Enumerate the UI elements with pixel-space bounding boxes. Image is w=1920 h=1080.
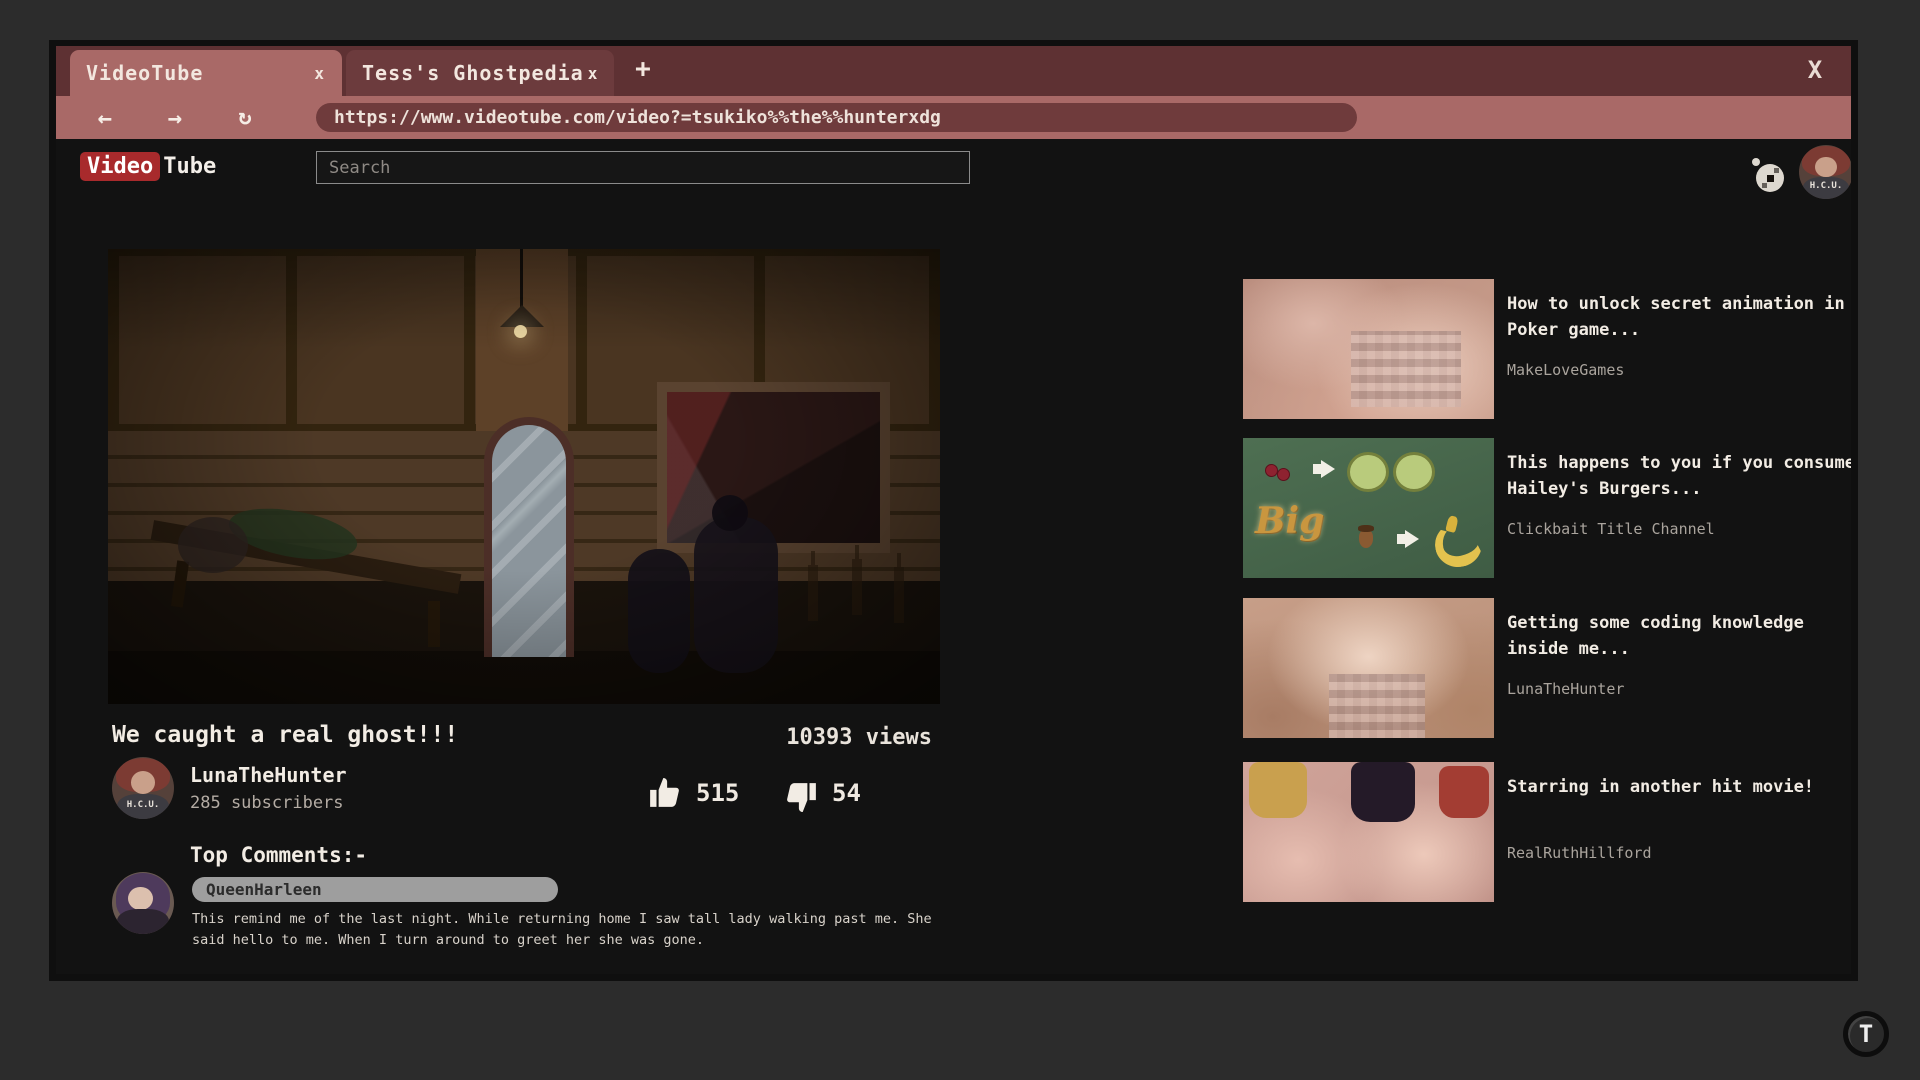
videotube-page: Video Tube H.C.U.	[56, 139, 1851, 974]
arrow-icon	[1321, 460, 1335, 478]
video-thumbnail[interactable]	[1243, 598, 1494, 738]
suggested-video-title: How to unlock secret animation in Poker …	[1507, 291, 1851, 343]
address-url: https://www.videotube.com/video?=tsukiko…	[334, 107, 941, 128]
channel-subscribers: 285 subscribers	[190, 793, 344, 813]
arrow-icon	[1405, 530, 1419, 548]
refresh-icon[interactable]: ↻	[232, 105, 258, 131]
suggested-video-title: Starring in another hit movie!	[1507, 774, 1814, 800]
suggested-video-title: This happens to you if you consume Haile…	[1507, 450, 1851, 502]
censor-mosaic	[1351, 331, 1461, 407]
videotube-logo[interactable]: Video Tube	[80, 152, 216, 181]
thumbs-down-icon[interactable]	[784, 781, 818, 815]
moon-icon[interactable]	[1744, 153, 1790, 195]
forward-icon[interactable]: →	[162, 105, 188, 131]
tab-ghostpedia-label: Tess's Ghostpedia	[362, 61, 584, 85]
video-thumbnail[interactable]	[1243, 762, 1494, 902]
window-close-button[interactable]: X	[1801, 56, 1829, 84]
dislike-count: 54	[832, 779, 861, 807]
channel-avatar-image: H.C.U.	[112, 757, 174, 819]
tab-videotube-close-icon[interactable]: x	[310, 62, 328, 85]
video-thumbnail[interactable]	[1243, 279, 1494, 419]
thumbs-up-icon[interactable]	[648, 775, 682, 809]
channel-name[interactable]: LunaTheHunter	[190, 763, 347, 787]
suggested-video-channel: RealRuthHillford	[1507, 844, 1652, 862]
video-title: We caught a real ghost!!!	[112, 722, 458, 748]
figure-hair	[1351, 762, 1415, 822]
avatar-body	[117, 909, 169, 934]
avatar-badge: H.C.U.	[1799, 181, 1851, 191]
figure-hair	[1439, 766, 1489, 818]
figure-hair	[1249, 762, 1307, 818]
browser-window: VideoTube x Tess's Ghostpedia x + X ← → …	[49, 40, 1858, 981]
browser-window-inner: VideoTube x Tess's Ghostpedia x + X ← → …	[56, 46, 1851, 974]
tab-strip: VideoTube x Tess's Ghostpedia x + X	[56, 46, 1851, 96]
suggested-video-channel: MakeLoveGames	[1507, 361, 1624, 379]
suggested-video[interactable]: How to unlock secret animation in Poker …	[1243, 279, 1851, 419]
commenter-name: QueenHarleen	[206, 880, 322, 899]
commenter-avatar-image	[112, 872, 174, 934]
logo-video-box: Video	[80, 152, 160, 181]
user-avatar-image: H.C.U.	[1799, 145, 1851, 199]
suggested-video-title: Getting some coding knowledge inside me.…	[1507, 610, 1851, 662]
new-tab-button[interactable]: +	[628, 54, 658, 84]
avatar-face	[1815, 157, 1837, 178]
game-menu-button[interactable]: T	[1843, 1011, 1889, 1057]
cherry-icon	[1277, 468, 1290, 481]
commenter-avatar[interactable]	[112, 872, 174, 934]
comments-heading: Top Comments:-	[190, 843, 367, 867]
user-avatar[interactable]: H.C.U.	[1799, 145, 1851, 199]
suggested-video[interactable]: Getting some coding knowledge inside me.…	[1243, 598, 1851, 738]
address-bar[interactable]: https://www.videotube.com/video?=tsukiko…	[316, 103, 1357, 132]
commenter-name-pill[interactable]: QueenHarleen	[192, 877, 558, 902]
tab-ghostpedia[interactable]: Tess's Ghostpedia x	[346, 50, 614, 96]
suggested-video-text: How to unlock secret animation in Poker …	[1507, 279, 1851, 419]
thumbnail-big-text: Big	[1255, 500, 1324, 542]
melon-icon	[1347, 452, 1389, 492]
censor-mosaic	[1329, 674, 1425, 738]
tab-ghostpedia-close-icon[interactable]: x	[584, 62, 602, 85]
tab-videotube-label: VideoTube	[86, 61, 203, 85]
channel-avatar[interactable]: H.C.U.	[112, 757, 174, 819]
suggested-video-text: This happens to you if you consume Haile…	[1507, 438, 1851, 578]
browser-toolbar: ← → ↻ https://www.videotube.com/video?=t…	[56, 96, 1851, 139]
like-count: 515	[696, 779, 739, 807]
melon-icon	[1393, 452, 1435, 492]
video-views: 10393 views	[616, 725, 932, 750]
back-icon[interactable]: ←	[92, 105, 118, 131]
vignette	[108, 249, 940, 704]
logo-tube-text: Tube	[163, 154, 216, 179]
suggested-video-channel: Clickbait Title Channel	[1507, 520, 1715, 538]
suggested-video[interactable]: Starring in another hit movie! RealRuthH…	[1243, 762, 1851, 902]
suggested-video[interactable]: Big This happens to you if you consume H…	[1243, 438, 1851, 578]
avatar-badge: H.C.U.	[112, 800, 174, 810]
tab-videotube[interactable]: VideoTube x	[70, 50, 342, 96]
search-input[interactable]	[316, 151, 970, 184]
suggested-video-text: Starring in another hit movie! RealRuthH…	[1507, 762, 1851, 902]
avatar-face	[128, 887, 153, 911]
video-thumbnail[interactable]: Big	[1243, 438, 1494, 578]
suggested-video-text: Getting some coding knowledge inside me.…	[1507, 598, 1851, 738]
comment-text: This remind me of the last night. While …	[192, 909, 960, 951]
acorn-icon	[1359, 530, 1373, 548]
banana-icon	[1431, 516, 1475, 556]
video-player[interactable]	[108, 249, 940, 704]
suggested-video-channel: LunaTheHunter	[1507, 680, 1624, 698]
